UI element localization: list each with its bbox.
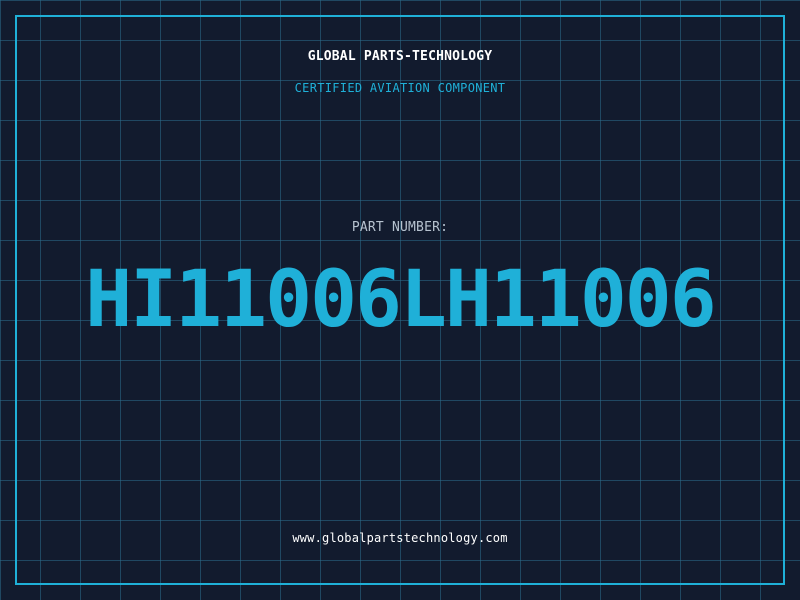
part-card: GLOBAL PARTS-TECHNOLOGY CERTIFIED AVIATI… bbox=[0, 0, 800, 600]
company-name: GLOBAL PARTS-TECHNOLOGY bbox=[307, 49, 493, 64]
certification-subtitle: CERTIFIED AVIATION COMPONENT bbox=[294, 81, 506, 95]
website-url: www.globalpartstechnology.com bbox=[292, 531, 508, 545]
part-number-label: PART NUMBER: bbox=[351, 220, 449, 235]
part-number-value: HI11006LH11006 bbox=[85, 255, 716, 345]
